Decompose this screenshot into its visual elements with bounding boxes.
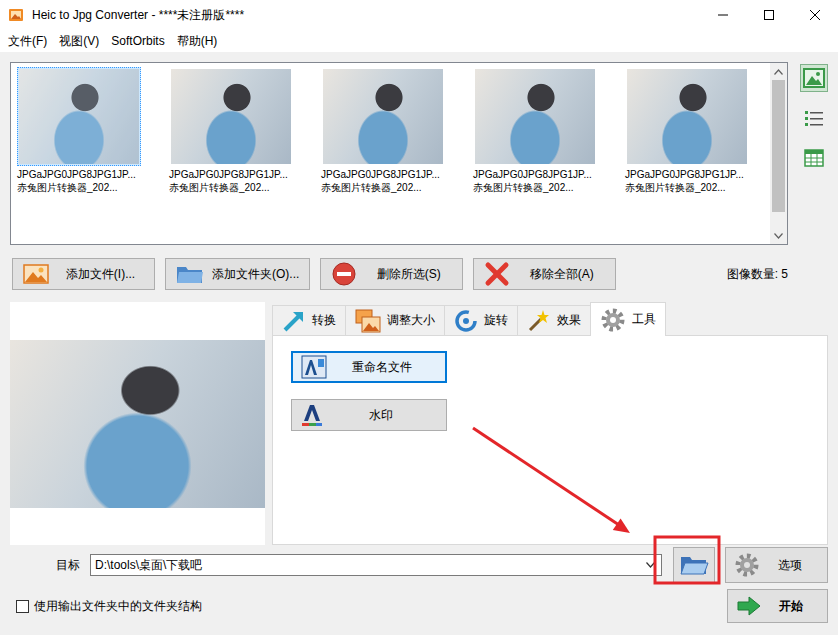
folder-icon [176, 263, 204, 285]
title-bar: Heic to Jpg Converter - ****未注册版**** [0, 0, 838, 30]
tab[interactable]: 转换 [272, 305, 346, 335]
scrollbar[interactable] [770, 63, 787, 244]
close-icon [810, 10, 820, 20]
options-button[interactable]: 选项 [725, 547, 828, 583]
app-window: Heic to Jpg Converter - ****未注册版**** 文件(… [0, 0, 838, 635]
preview-image [10, 340, 265, 508]
close-button[interactable] [792, 0, 838, 30]
remove-all-button[interactable]: 移除全部(A) [473, 258, 616, 290]
dropdown-arrow-icon[interactable] [646, 562, 655, 568]
thumbnail-image [323, 69, 443, 164]
grid-view-icon [803, 148, 825, 168]
menu-item[interactable]: SoftOrbits [105, 32, 170, 50]
gear-icon [734, 552, 760, 578]
scroll-up-icon [774, 69, 783, 75]
thumbnail-image [171, 69, 291, 164]
app-logo-icon [8, 7, 24, 23]
thumbnail-item[interactable]: JPGaJPG0JPG8JPG1JP... 赤兔图片转换器_202... [469, 67, 621, 194]
checkbox-box[interactable] [16, 600, 29, 613]
maximize-icon [764, 10, 774, 20]
menu-item[interactable]: 帮助(H) [171, 31, 224, 52]
minimize-button[interactable] [700, 0, 746, 30]
thumbnail-view-icon [803, 68, 825, 88]
tools-panel: 重命名文件 水印 [272, 335, 828, 545]
thumbnail-item[interactable]: JPGaJPG0JPG8JPG1JP... 赤兔图片转换器_202... [317, 67, 469, 194]
delete-icon [331, 261, 357, 287]
rename-icon [301, 355, 327, 379]
remove-all-icon [484, 261, 510, 287]
thumbnail-item[interactable]: JPGaJPG0JPG8JPG1JP... 赤兔图片转换器_202... [165, 67, 317, 194]
thumbnail-caption: JPGaJPG0JPG8JPG1JP... 赤兔图片转换器_202... [625, 168, 744, 194]
view-mode-button[interactable] [800, 104, 828, 132]
thumbnail-caption: JPGaJPG0JPG8JPG1JP... 赤兔图片转换器_202... [169, 168, 288, 194]
thumbnail-image [627, 69, 747, 164]
start-button[interactable]: 开始 [727, 589, 828, 623]
thumbnail-image [475, 69, 595, 164]
add-folder-button[interactable]: 添加文件夹(O)... [165, 258, 310, 290]
tab-strip: 转换 调整大小 旋转 效果 工具 [272, 302, 828, 335]
tab[interactable]: 工具 [590, 302, 666, 336]
preview-panel [10, 302, 265, 545]
menu-item[interactable]: 视图(V) [53, 31, 105, 52]
resize-icon [355, 309, 381, 333]
thumbnail-item[interactable]: JPGaJPG0JPG8JPG1JP... 赤兔图片转换器_202... [13, 67, 165, 194]
annotation-overlay [0, 0, 838, 635]
tab[interactable]: 旋转 [444, 305, 518, 335]
gear-icon [600, 307, 626, 333]
browse-folder-button[interactable] [673, 547, 715, 583]
start-arrow-icon [736, 595, 762, 617]
thumbnail-caption: JPGaJPG0JPG8JPG1JP... 赤兔图片转换器_202... [473, 168, 592, 194]
menu-bar: 文件(F)视图(V)SoftOrbits帮助(H) [0, 30, 838, 52]
maximize-button[interactable] [746, 0, 792, 30]
thumbnail-item[interactable]: JPGaJPG0JPG8JPG1JP... 赤兔图片转换器_202... [621, 67, 773, 194]
watermark-button[interactable]: 水印 [291, 399, 447, 431]
magic-wand-icon [527, 309, 551, 333]
image-icon [23, 263, 49, 285]
scroll-down-icon [774, 233, 783, 239]
open-folder-icon [679, 554, 709, 576]
thumbnail-panel: JPGaJPG0JPG8JPG1JP... 赤兔图片转换器_202... JPG… [10, 62, 788, 245]
rotate-icon [454, 309, 478, 333]
folder-structure-checkbox[interactable]: 使用输出文件夹中的文件夹结构 [16, 598, 202, 615]
window-title: Heic to Jpg Converter - ****未注册版**** [32, 7, 700, 24]
target-label: 目标 [10, 557, 90, 574]
tab[interactable]: 效果 [517, 305, 591, 335]
view-toolbar [800, 62, 828, 245]
tab[interactable]: 调整大小 [345, 305, 445, 335]
delete-button[interactable]: 删除所选(S) [320, 258, 463, 290]
convert-arrow-icon [282, 309, 306, 333]
view-mode-button[interactable] [800, 64, 828, 92]
image-count: 图像数量: 5 [727, 266, 788, 283]
menu-item[interactable]: 文件(F) [2, 31, 53, 52]
view-mode-button[interactable] [800, 144, 828, 172]
minimize-icon [718, 10, 728, 20]
thumbnail-image [19, 69, 139, 164]
thumbnail-caption: JPGaJPG0JPG8JPG1JP... 赤兔图片转换器_202... [17, 168, 136, 194]
watermark-icon [300, 403, 324, 427]
thumbnail-caption: JPGaJPG0JPG8JPG1JP... 赤兔图片转换器_202... [321, 168, 440, 194]
target-path-field[interactable]: D:\tools\桌面\下载吧 [90, 554, 662, 576]
list-view-icon [803, 108, 825, 128]
rename-button[interactable]: 重命名文件 [291, 351, 447, 383]
add-file-button[interactable]: 添加文件(I)... [12, 258, 155, 290]
scrollbar-thumb[interactable] [772, 80, 785, 212]
